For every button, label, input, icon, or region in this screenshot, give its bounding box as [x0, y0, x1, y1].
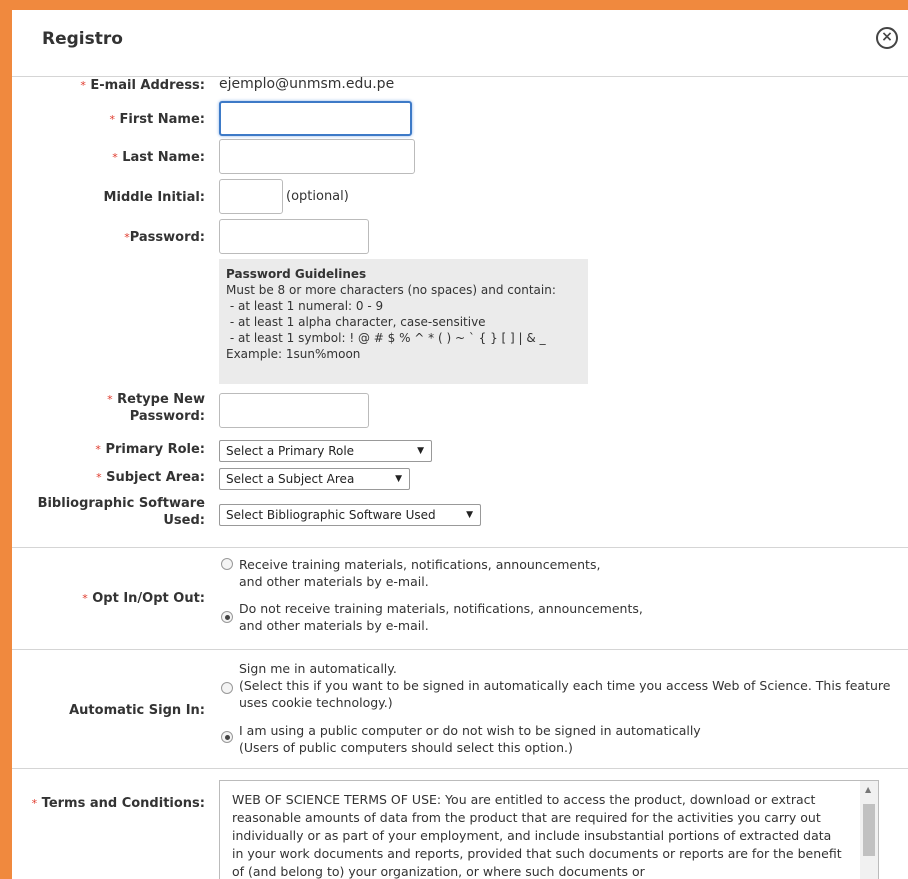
chevron-down-icon: ▼: [466, 510, 473, 520]
close-icon[interactable]: ×: [876, 27, 898, 49]
chevron-down-icon: ▼: [417, 446, 424, 456]
email-label: * E-mail Address:: [80, 78, 205, 93]
password-label: *Password:: [124, 230, 205, 245]
guideline-line: Must be 8 or more characters (no spaces)…: [226, 283, 556, 297]
optional-hint: (optional): [286, 189, 349, 204]
retype-password-input[interactable]: [219, 393, 369, 428]
terms-scrollbar[interactable]: ▲: [860, 781, 878, 879]
middle-initial-input[interactable]: [219, 179, 283, 214]
terms-textarea[interactable]: WEB OF SCIENCE TERMS OF USE: You are ent…: [219, 780, 879, 879]
divider: [12, 768, 908, 769]
guideline-line: Example: 1sun%moon: [226, 347, 361, 361]
opt-in-text: Receive training materials, notification…: [239, 557, 601, 589]
chevron-down-icon: ▼: [395, 474, 402, 484]
auto-signin-label: Automatic Sign In:: [69, 703, 205, 718]
auto-signin-text: Sign me in automatically. (Select this i…: [239, 661, 891, 710]
guideline-line: - at least 1 numeral: 0 - 9: [226, 299, 384, 313]
guideline-line: - at least 1 alpha character, case-sensi…: [226, 315, 486, 329]
middle-initial-label: Middle Initial:: [103, 190, 205, 205]
primary-role-label: * Primary Role:: [95, 442, 205, 457]
public-computer-text: I am using a public computer or do not w…: [239, 723, 701, 755]
first-name-label: * First Name:: [109, 112, 205, 127]
guideline-line: - at least 1 symbol: ! @ # $ % ^ * ( ) ~…: [226, 331, 546, 345]
subject-area-select[interactable]: Select a Subject Area ▼: [219, 468, 410, 490]
divider: [12, 547, 908, 548]
public-computer-radio[interactable]: [221, 731, 233, 743]
opt-out-radio[interactable]: [221, 611, 233, 623]
dialog-header: Registro ×: [12, 0, 908, 77]
dialog-title: Registro: [42, 29, 123, 49]
scroll-up-icon[interactable]: ▲: [865, 785, 871, 794]
divider: [12, 649, 908, 650]
primary-role-select[interactable]: Select a Primary Role ▼: [219, 440, 432, 462]
terms-label: * Terms and Conditions:: [31, 796, 205, 811]
email-value: ejemplo@unmsm.edu.pe: [219, 76, 395, 92]
terms-text: WEB OF SCIENCE TERMS OF USE: You are ent…: [232, 792, 842, 879]
password-guidelines: Password Guidelines Must be 8 or more ch…: [219, 259, 588, 384]
scroll-thumb[interactable]: [863, 804, 875, 856]
bibliographic-label: Bibliographic Software Used:: [37, 496, 205, 528]
password-input[interactable]: [219, 219, 369, 254]
registration-dialog: Registro × * E-mail Address: ejemplo@unm…: [12, 0, 908, 879]
auto-signin-radio[interactable]: [221, 682, 233, 694]
last-name-label: * Last Name:: [112, 150, 205, 165]
opt-out-text: Do not receive training materials, notif…: [239, 601, 643, 633]
bibliographic-software-select[interactable]: Select Bibliographic Software Used ▼: [219, 504, 481, 526]
opt-label: * Opt In/Opt Out:: [82, 591, 205, 606]
retype-password-label: * Retype New Password:: [107, 392, 205, 424]
opt-in-radio[interactable]: [221, 558, 233, 570]
subject-area-label: * Subject Area:: [96, 470, 205, 485]
last-name-input[interactable]: [219, 139, 415, 174]
first-name-input[interactable]: [219, 101, 412, 136]
guidelines-title: Password Guidelines: [226, 267, 367, 281]
